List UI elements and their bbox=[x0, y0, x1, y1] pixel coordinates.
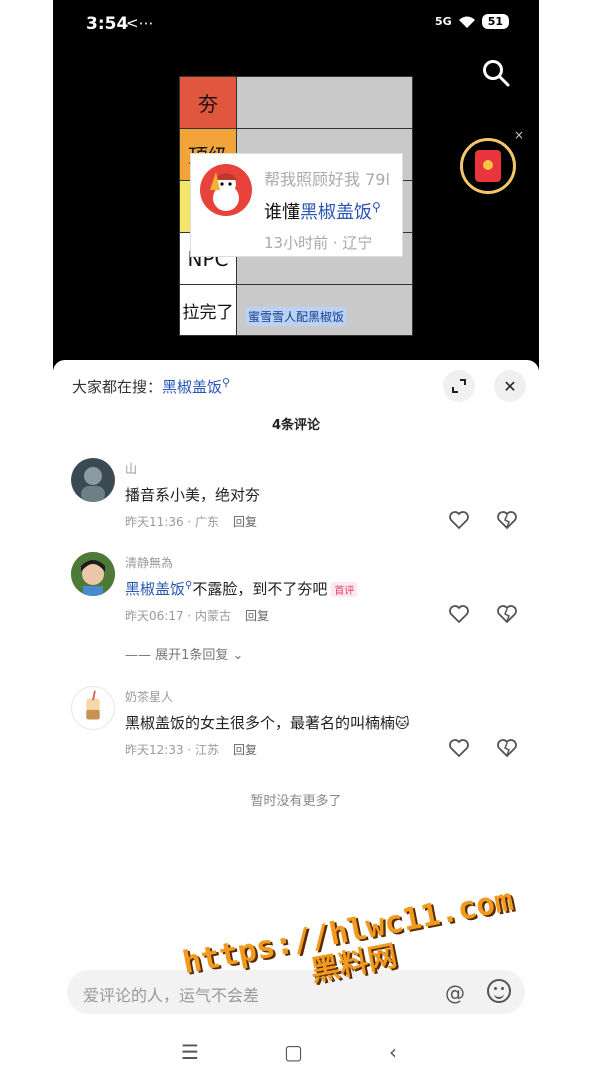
comment-text: 黑椒盖饭⚲不露脸，到不了夯吧 首评 bbox=[125, 578, 358, 599]
emoji-icon[interactable] bbox=[487, 979, 511, 1003]
comment-time: 昨天06:17 · 内蒙古 bbox=[125, 609, 232, 623]
hot-search[interactable]: 大家都在搜：黑椒盖饭⚲ bbox=[72, 376, 230, 397]
comment-highlight[interactable]: 黑椒盖饭 bbox=[125, 580, 185, 598]
chevron-down-icon: ⌄ bbox=[228, 648, 244, 663]
search-small-icon: ⚲ bbox=[222, 376, 231, 389]
red-packet-icon[interactable] bbox=[460, 138, 516, 194]
tier-row: 夯 bbox=[180, 77, 412, 129]
avatar[interactable] bbox=[71, 552, 115, 596]
signal-icon: 5G bbox=[435, 15, 452, 28]
status-right: 5G 51 bbox=[435, 14, 509, 29]
comment-time: 昨天12:33 · 江苏 bbox=[125, 743, 220, 757]
comment-text-body: 黑椒盖饭的女主很多个，最著名的叫楠楠 bbox=[125, 714, 396, 732]
video-area[interactable]: × 夯 顶级 人 NPC 拉完了 蜜雪雪人配黑椒饭 bbox=[53, 50, 539, 370]
wifi-icon bbox=[458, 16, 475, 28]
avatar[interactable] bbox=[71, 686, 115, 730]
system-nav-bar: ☰ ▢ ‹ bbox=[53, 1036, 539, 1070]
home-icon[interactable]: ▢ bbox=[284, 1040, 303, 1064]
first-comment-badge: 首评 bbox=[331, 582, 358, 597]
reply-button[interactable]: 回复 bbox=[233, 743, 257, 757]
dislike-heart-icon[interactable] bbox=[496, 738, 518, 758]
dislike-heart-icon[interactable] bbox=[496, 510, 518, 530]
comment-user[interactable]: 清静無為 bbox=[125, 554, 173, 571]
close-icon[interactable]: × bbox=[514, 128, 524, 142]
overlay-title: 帮我照顾好我 79l bbox=[264, 170, 390, 189]
expand-icon[interactable] bbox=[443, 370, 475, 402]
battery-icon: 51 bbox=[481, 14, 509, 29]
like-heart-icon[interactable] bbox=[448, 604, 470, 624]
reply-button[interactable]: 回复 bbox=[233, 515, 257, 529]
expand-replies-button[interactable]: —— 展开1条回复 ⌄ bbox=[125, 644, 243, 663]
overlay-main: 谁懂黑椒盖饭⚲ bbox=[264, 198, 381, 224]
hot-search-term[interactable]: 黑椒盖饭 bbox=[162, 378, 222, 396]
avatar[interactable] bbox=[71, 458, 115, 502]
expand-label: —— 展开1条回复 bbox=[125, 648, 229, 663]
no-more-text: 暂时没有更多了 bbox=[250, 794, 342, 809]
comment-text: 播音系小美，绝对夯 bbox=[125, 486, 261, 504]
menu-icon[interactable]: ☰ bbox=[181, 1040, 199, 1064]
cat-emoji-icon: 🐱 bbox=[395, 716, 410, 732]
search-small-icon: ⚲ bbox=[372, 200, 381, 214]
comment-user[interactable]: 奶茶星人 bbox=[125, 688, 173, 705]
comment-text-rest: 不露脸，到不了夯吧 bbox=[192, 580, 328, 598]
close-icon[interactable]: ✕ bbox=[494, 370, 526, 402]
notification-icons: <⋯ bbox=[126, 14, 154, 32]
tier-content bbox=[237, 77, 412, 128]
tier-row: 拉完了 蜜雪雪人配黑椒饭 bbox=[180, 285, 412, 335]
comment-text: 黑椒盖饭的女主很多个，最著名的叫楠楠🐱 bbox=[125, 712, 410, 733]
comment-meta: 昨天06:17 · 内蒙古 回复 bbox=[125, 607, 269, 624]
tier-label: 夯 bbox=[180, 77, 237, 128]
overlay-main-highlight[interactable]: 黑椒盖饭 bbox=[300, 202, 372, 223]
tier-label: 拉完了 bbox=[180, 285, 237, 335]
comment-user[interactable]: 山 bbox=[125, 460, 137, 477]
status-time: 3:54 bbox=[86, 14, 129, 34]
at-icon[interactable]: @ bbox=[445, 981, 465, 1005]
search-icon[interactable] bbox=[481, 58, 511, 88]
overlay-main-prefix: 谁懂 bbox=[264, 202, 300, 223]
status-bar: 3:54 <⋯ 5G 51 bbox=[53, 0, 539, 50]
like-heart-icon[interactable] bbox=[448, 510, 470, 530]
overlay-card: 帮我照顾好我 79l 谁懂黑椒盖饭⚲ 13小时前 · 辽宁 bbox=[190, 153, 403, 257]
comment-count-title: 4条评论 bbox=[271, 418, 321, 433]
overlay-meta: 13小时前 · 辽宁 bbox=[264, 234, 373, 252]
hot-search-prefix: 大家都在搜： bbox=[72, 378, 163, 396]
back-icon[interactable]: ‹ bbox=[389, 1040, 397, 1064]
tier-chip: 蜜雪雪人配黑椒饭 bbox=[246, 307, 347, 326]
snowman-avatar bbox=[200, 164, 252, 216]
comment-meta: 昨天12:33 · 江苏 回复 bbox=[125, 741, 257, 758]
comment-time: 昨天11:36 · 广东 bbox=[125, 515, 220, 529]
comment-meta: 昨天11:36 · 广东 回复 bbox=[125, 513, 257, 530]
reply-button[interactable]: 回复 bbox=[245, 609, 269, 623]
like-heart-icon[interactable] bbox=[448, 738, 470, 758]
dislike-heart-icon[interactable] bbox=[496, 604, 518, 624]
tier-content: 蜜雪雪人配黑椒饭 bbox=[237, 285, 412, 335]
